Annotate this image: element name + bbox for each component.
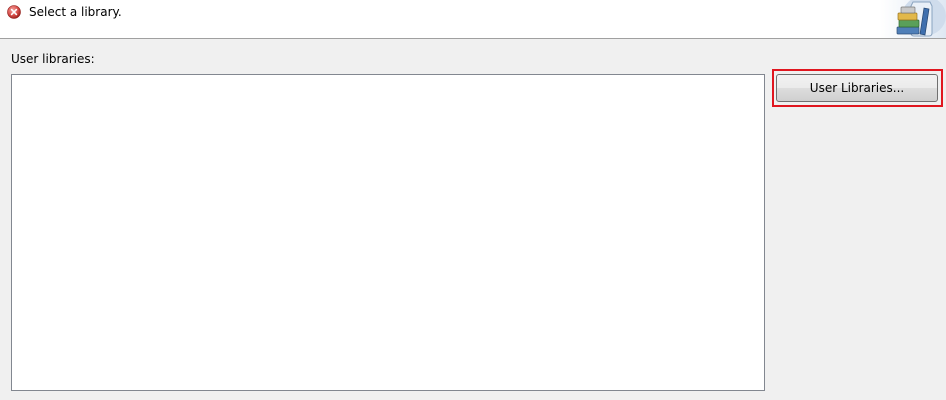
library-books-icon: [880, 0, 946, 38]
error-icon: [7, 5, 21, 19]
user-libraries-list[interactable]: [11, 74, 765, 391]
user-libraries-label: User libraries:: [11, 52, 95, 66]
user-libraries-button[interactable]: User Libraries...: [776, 74, 938, 102]
header-message: Select a library.: [29, 5, 122, 19]
wizard-header: Select a library.: [0, 0, 946, 39]
